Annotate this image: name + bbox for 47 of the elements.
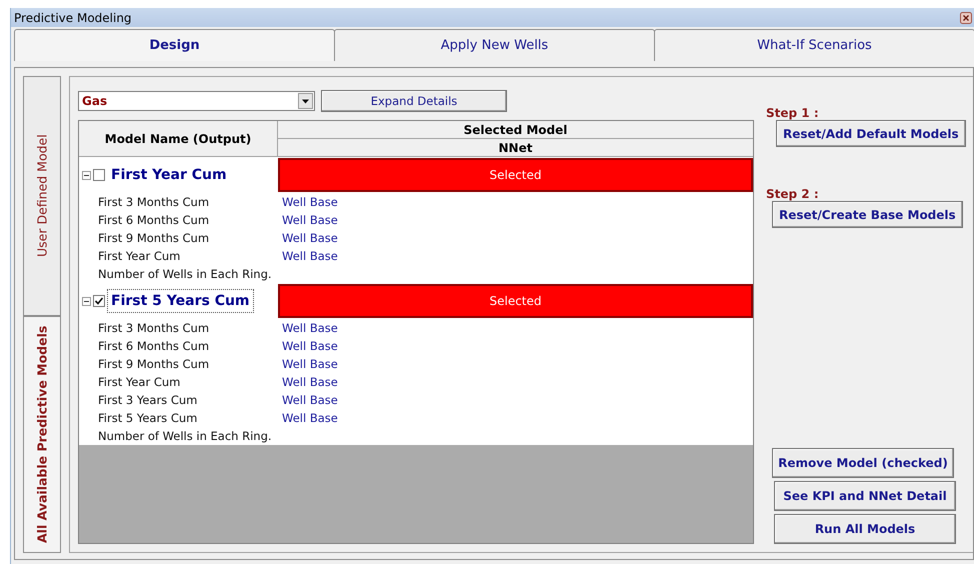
input-name: Number of Wells in Each Ring. — [98, 267, 273, 281]
input-source: Well Base — [281, 411, 338, 425]
step-label: Step 2 : — [766, 187, 819, 201]
window-title: Predictive Modeling — [14, 10, 132, 25]
column-header: Model Name (Output) — [79, 121, 278, 156]
input-name: First 3 Years Cum — [98, 393, 198, 407]
model-name[interactable]: First Year Cum — [107, 163, 231, 187]
side-tab[interactable]: All Available Predictive Models — [23, 316, 61, 553]
step-button[interactable]: Reset/Create Base Models — [772, 201, 963, 228]
input-source: Well Base — [281, 249, 338, 263]
input-name: Number of Wells in Each Ring. — [98, 429, 273, 443]
input-name: First 3 Months Cum — [98, 321, 210, 335]
selected-cell[interactable]: Selected — [278, 284, 753, 318]
collapse-icon[interactable] — [82, 296, 91, 306]
input-source: Well Base — [281, 393, 338, 407]
input-source: Well Base — [281, 339, 338, 353]
input-name: First 5 Years Cum — [98, 411, 198, 425]
step-button[interactable]: Reset/Add Default Models — [776, 120, 966, 147]
action-button[interactable]: See KPI and NNet Detail — [774, 481, 956, 511]
side-tab[interactable]: User Defined Model — [23, 76, 61, 316]
input-name: First 6 Months Cum — [98, 339, 210, 353]
column-group-header: Selected Model — [278, 121, 753, 139]
action-button[interactable]: Run All Models — [774, 514, 956, 544]
input-name: First Year Cum — [98, 375, 182, 389]
input-name: First Year Cum — [98, 249, 182, 263]
checkbox[interactable] — [93, 169, 105, 181]
collapse-icon[interactable] — [82, 170, 91, 180]
output-dropdown[interactable]: Gas — [78, 91, 315, 111]
selected-cell[interactable]: Selected — [278, 158, 753, 192]
column-header: NNet — [498, 140, 534, 156]
input-name: First 9 Months Cum — [98, 357, 210, 371]
step-label: Step 1 : — [766, 106, 819, 120]
input-source: Well Base — [281, 195, 338, 209]
tab[interactable]: Design — [14, 29, 335, 61]
input-name: First 6 Months Cum — [98, 213, 210, 227]
input-source: Well Base — [281, 321, 338, 335]
close-icon[interactable] — [960, 12, 972, 24]
checkbox[interactable] — [93, 295, 105, 307]
input-source: Well Base — [281, 357, 338, 371]
input-source: Well Base — [281, 375, 338, 389]
input-name: First 9 Months Cum — [98, 231, 210, 245]
input-source: Well Base — [281, 213, 338, 227]
action-button[interactable]: Remove Model (checked) — [772, 448, 954, 478]
expand-details-button[interactable]: Expand Details — [321, 90, 507, 112]
model-name[interactable]: First 5 Years Cum — [107, 289, 254, 313]
input-name: First 3 Months Cum — [98, 195, 210, 209]
input-source: Well Base — [281, 231, 338, 245]
